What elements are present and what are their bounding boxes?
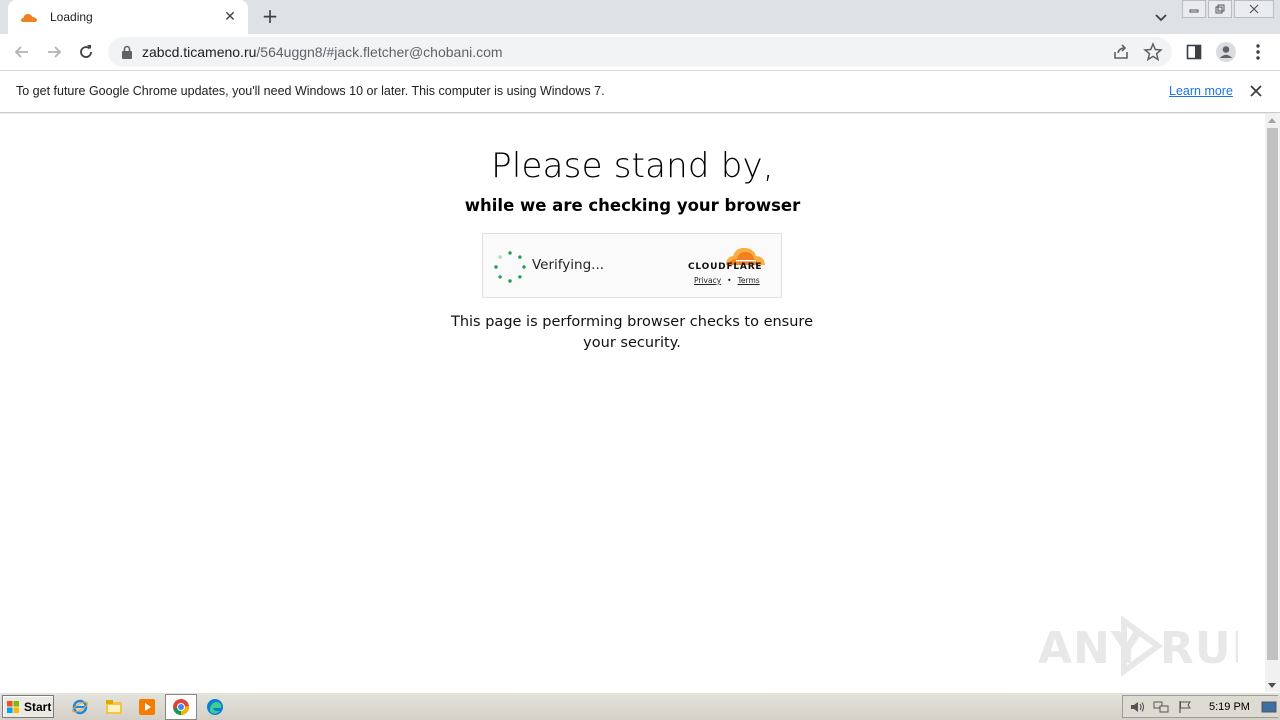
back-arrow-icon <box>14 46 28 58</box>
media-player-icon <box>139 699 155 715</box>
forward-arrow-icon <box>48 46 62 58</box>
infobar-message: To get future Google Chrome updates, you… <box>16 84 605 98</box>
omnibox-actions <box>1110 41 1164 63</box>
show-desktop-icon[interactable] <box>1261 700 1277 714</box>
internet-explorer-icon <box>71 699 89 715</box>
profile-button[interactable] <box>1214 40 1238 64</box>
privacy-link[interactable]: Privacy <box>694 276 721 285</box>
tab-search-chevron-icon[interactable] <box>1150 6 1172 28</box>
terms-link[interactable]: Terms <box>738 276 760 285</box>
taskbar-media-button[interactable] <box>137 697 157 717</box>
cloudflare-links: Privacy • Terms <box>694 276 760 285</box>
minimize-button[interactable] <box>1182 0 1206 18</box>
side-panel-button[interactable] <box>1182 40 1206 64</box>
volume-icon[interactable] <box>1129 700 1145 714</box>
minimize-icon <box>1189 9 1199 13</box>
action-center-flag-icon[interactable] <box>1177 700 1193 714</box>
reload-button[interactable] <box>74 40 98 64</box>
network-icon[interactable] <box>1153 700 1169 714</box>
url-host: zabcd.ticameno.ru <box>142 44 257 60</box>
side-panel-icon <box>1186 44 1202 60</box>
system-tray: 5:19 PM <box>1122 695 1278 718</box>
new-tab-button[interactable]: + <box>258 5 282 29</box>
folder-icon <box>106 700 122 714</box>
page-description: This page is performing browser checks t… <box>450 314 813 351</box>
close-window-icon <box>1249 4 1259 14</box>
url-path: /564uggn8/#jack.fletcher@chobani.com <box>256 44 503 60</box>
taskbar-explorer-button[interactable] <box>104 697 124 717</box>
kebab-menu-icon <box>1256 44 1260 60</box>
link-separator: • <box>727 276 732 285</box>
windows-flag-icon <box>7 700 19 713</box>
start-button[interactable]: Start <box>2 695 54 718</box>
window-controls <box>1180 0 1274 18</box>
tab-strip: Loading ✕ + <box>0 0 1280 34</box>
taskbar-ie-button[interactable] <box>70 697 90 717</box>
reload-icon <box>80 45 92 58</box>
tab-title: Loading <box>50 10 93 24</box>
cloudflare-brand-text: CLOUDFLARE <box>688 262 763 272</box>
chrome-icon <box>173 699 189 715</box>
lock-icon <box>122 45 132 59</box>
share-icon[interactable] <box>1110 41 1132 63</box>
taskbar-edge-button[interactable] <box>205 697 225 717</box>
taskbar-chrome-button[interactable] <box>165 694 197 720</box>
verifying-status: Verifying... <box>532 257 605 273</box>
spinner-icon <box>494 251 526 283</box>
profile-avatar-icon <box>1216 42 1236 62</box>
edge-icon <box>207 699 223 715</box>
scroll-up-icon[interactable] <box>1268 118 1276 123</box>
scroll-down-icon[interactable] <box>1268 683 1276 688</box>
cloudflare-favicon-icon <box>21 14 37 22</box>
anyrun-watermark-logo: ANY RUN <box>1038 615 1238 677</box>
infobar-close-icon[interactable] <box>1248 83 1264 99</box>
browser-toolbar: zabcd.ticameno.ru/564uggn8/#jack.fletche… <box>0 34 1280 71</box>
page-heading: Please stand by, <box>491 146 774 186</box>
page-subheading: while we are checking your browser <box>464 196 801 215</box>
url-text: zabcd.ticameno.ru/564uggn8/#jack.fletche… <box>142 44 503 60</box>
chrome-menu-button[interactable] <box>1246 40 1270 64</box>
watermark-run-text: RUN <box>1160 623 1238 674</box>
page-scrollbar[interactable] <box>1265 114 1280 692</box>
cloudflare-challenge-widget[interactable]: Verifying... CLOUDFLARE Privacy • Terms <box>482 233 782 298</box>
taskbar-clock[interactable]: 5:19 PM <box>1209 701 1250 713</box>
back-button[interactable] <box>10 40 34 64</box>
browser-tab[interactable]: Loading ✕ <box>8 0 248 34</box>
restore-button[interactable] <box>1208 0 1232 18</box>
close-window-button[interactable] <box>1234 0 1274 18</box>
windows-taskbar: Start 5:19 PM <box>0 692 1280 720</box>
update-infobar: To get future Google Chrome updates, you… <box>0 71 1280 113</box>
scrollbar-thumb[interactable] <box>1267 128 1278 660</box>
start-label: Start <box>24 699 52 714</box>
forward-button[interactable] <box>42 40 66 64</box>
page-content: Please stand by, while we are checking y… <box>0 114 1265 692</box>
learn-more-link[interactable]: Learn more <box>1169 84 1233 98</box>
address-bar[interactable]: zabcd.ticameno.ru/564uggn8/#jack.fletche… <box>108 37 1172 67</box>
restore-icon <box>1215 4 1225 14</box>
tab-close-icon[interactable]: ✕ <box>222 9 238 25</box>
bookmark-star-icon[interactable] <box>1142 41 1164 63</box>
